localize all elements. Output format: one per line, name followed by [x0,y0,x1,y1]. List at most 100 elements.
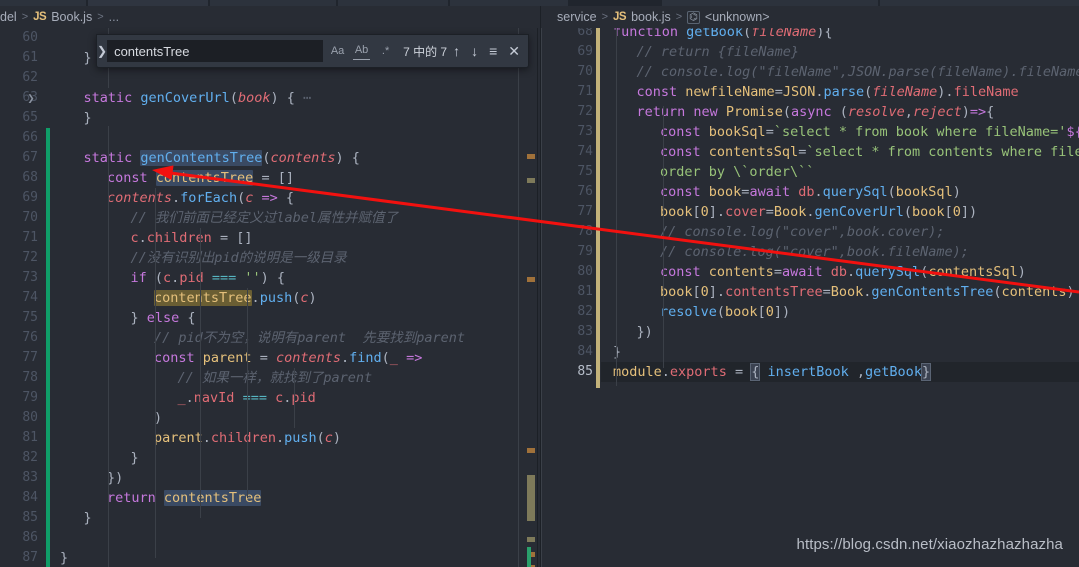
code-line[interactable]: // console.log("cover",book.cover); [660,222,944,242]
code-token: ) [1066,284,1075,300]
code-line[interactable]: // console.log("cover",book.fileName); [660,242,969,262]
code-line[interactable]: const contentsTree = [] [107,168,294,188]
code-line[interactable]: } [84,108,92,128]
code-token: Book [773,204,807,220]
code-token: genContentsTree [871,284,994,300]
code-line[interactable]: const book=await db.querySql(bookSql) [660,182,961,202]
code-line[interactable]: // 如果一样，就找到了parent [178,368,373,388]
code-token: children [146,230,212,246]
line-number: 68 [577,28,593,39]
find-options: Aa Ab .* 7 中的 7 [323,42,453,60]
breadcrumb-file-right[interactable]: book.js [631,10,671,24]
breadcrumb-right[interactable]: service > JS book.js > ⌬ <unknown> [541,6,1079,28]
code-token: . [814,184,823,200]
code-lines-right[interactable]: function getBook(fileName){// return {fi… [601,28,1079,567]
code-token: const [660,264,709,280]
code-line[interactable]: } [84,48,92,68]
code-token: insertBook [767,364,849,380]
breadcrumb-folder[interactable]: del [0,10,17,24]
breadcrumb-folder-right[interactable]: service [557,10,597,24]
code-lines-left[interactable]: } static genCoverUrl(book) { ⋯} static gen… [46,28,540,567]
code-token: ) [961,104,970,120]
code-line[interactable]: order by \`order\`` [660,162,814,182]
code-line[interactable]: } [131,448,139,468]
chevron-right-icon-r1: > [601,11,609,23]
find-close-icon[interactable]: ✕ [508,44,520,58]
line-number: 77 [22,350,38,365]
code-line[interactable]: static genCoverUrl(book) { ⋯ [84,88,312,108]
line-number: 86 [22,530,38,545]
code-token: . [275,430,285,446]
code-token: parent [202,350,252,366]
line-number: 80 [577,264,593,279]
code-line[interactable]: if (c.pid === '') { [131,268,286,288]
line-number: 84 [577,344,593,359]
toggle-replace-icon[interactable]: ❯ [97,44,107,58]
code-area-left[interactable]: 5960616263❯65666768697071727374757677787… [0,28,540,567]
code-line[interactable]: contents.forEach(c => { [107,188,294,208]
code-token: push [284,430,317,446]
code-line[interactable]: static genContentsTree(contents) { [84,148,360,168]
code-line[interactable]: }) [637,322,653,342]
find-in-selection-icon[interactable]: ≡ [489,44,497,58]
code-token: ) [308,290,317,306]
find-next-icon[interactable]: ↓ [471,44,478,58]
find-previous-icon[interactable]: ↑ [453,44,460,58]
match-case-icon[interactable]: Aa [329,43,346,60]
code-line[interactable]: contentsTree.push(c) [154,288,317,308]
breadcrumb-file[interactable]: Book.js [51,10,92,24]
code-token: { [986,104,995,120]
find-input-wrapper[interactable] [107,40,324,62]
code-line[interactable]: function getBook(fileName){ [613,28,833,42]
code-token: = [251,350,276,366]
code-token: contents [270,150,336,166]
code-token: Promise [725,104,783,120]
code-token: contents [1001,284,1067,300]
code-line[interactable]: } else { [131,308,196,328]
regex-icon[interactable]: .* [377,43,394,60]
code-area-right[interactable]: 68 69 70 71 72 73 74 75 76 77 78 79 80 81 82 83 84 85 fun… [541,28,1079,567]
code-line[interactable]: book[0].contentsTree=Book.genContentsTre… [660,282,1075,302]
code-line[interactable]: return contentsTree [107,488,262,508]
code-line[interactable]: const newfileName=JSON.parse(fileName).f… [637,82,1019,102]
code-line[interactable]: // return {fileName} [637,42,800,62]
code-token: => [969,104,987,120]
code-token: book [912,204,945,220]
line-number: 62 [22,70,38,85]
chevron-right-icon-r2: > [675,11,683,23]
code-line[interactable]: module.exports = { insertBook ,getBook} [613,362,932,382]
fold-arrow-icon[interactable]: ❯ [24,88,38,108]
code-token-highlighted: contentsTree [154,290,252,306]
code-token: fileName [872,84,938,100]
code-line[interactable]: book[0].cover=Book.genCoverUrl(book[0]) [660,202,977,222]
code-token: new [693,104,726,120]
code-line[interactable]: //没有识别出pid的说明是一级目录 [131,248,347,268]
breadcrumb-left[interactable]: del > JS Book.js > ... [0,6,540,28]
code-token: exports [669,364,727,380]
code-line[interactable]: const contentsSql=`select * from content… [660,142,1079,162]
code-token: // console.log("cover",book.fileName); [660,244,969,260]
line-number: 72 [577,104,593,119]
code-line[interactable]: } [60,548,68,567]
code-line[interactable]: return new Promise(async (resolve,reject… [637,102,995,122]
code-line[interactable]: const contents=await db.querySql(content… [660,262,1026,282]
code-line[interactable]: } [84,508,92,528]
line-number: 67 [22,150,38,165]
code-line[interactable]: const parent = contents.find(_ => [154,348,422,368]
indent-guide [200,228,201,518]
code-line[interactable]: resolve(book[0]) [660,302,790,322]
code-token: getBook [686,28,744,40]
ruler-shadow-right [541,28,542,567]
code-line[interactable]: c.children = [] [131,228,253,248]
find-widget[interactable]: ❯ Aa Ab .* 7 中的 7 ↑ ↓ ≡ ✕ [96,34,529,68]
find-input[interactable] [112,42,319,60]
whole-word-icon[interactable]: Ab [353,42,371,60]
code-line[interactable]: // 我们前面已经定义过label属性并赋值了 [131,208,399,228]
breadcrumb-more[interactable]: ... [109,10,119,24]
code-line[interactable]: // console.log("fileName",JSON.parse(fil… [637,62,1079,82]
breadcrumb-symbol[interactable]: <unknown> [705,10,770,24]
code-line[interactable]: const bookSql=`select * from book where … [660,122,1079,142]
editor-pane-right: service > JS book.js > ⌬ <unknown> 68 69 7… [540,6,1079,567]
code-line[interactable]: } [613,342,621,362]
code-line[interactable]: }) [107,468,123,488]
